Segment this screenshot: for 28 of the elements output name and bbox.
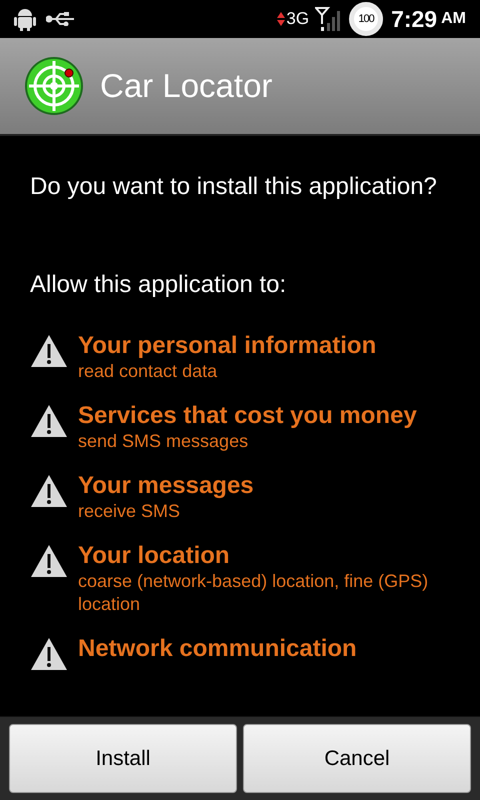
- permissions-heading: Allow this application to:: [30, 270, 288, 300]
- permission-title: Your personal information: [78, 332, 376, 360]
- permission-detail: receive SMS: [78, 500, 182, 523]
- network-type: 3G: [286, 8, 310, 30]
- dialog-button[interactable]: Install: [9, 724, 237, 793]
- install-question: Do you want to install this application?: [30, 172, 438, 202]
- permission-detail: coarse (network-based) location, fine (GPS) location: [78, 570, 430, 616]
- clock-meridiem: AM: [441, 9, 466, 29]
- permission-title: Network communication: [78, 635, 357, 663]
- usb-icon: [46, 12, 76, 26]
- permission-detail: read contact data: [78, 360, 218, 383]
- dialog-button[interactable]: Cancel: [243, 724, 471, 793]
- warning-icon: [30, 637, 68, 671]
- permission-title: Your messages: [78, 472, 254, 500]
- signal-icon: [315, 6, 342, 32]
- permission-title: Your location: [78, 542, 231, 570]
- warning-icon: [30, 334, 68, 368]
- battery-indicator: 100: [349, 2, 384, 36]
- warning-icon: [30, 474, 68, 508]
- warning-icon: [30, 404, 68, 438]
- data-arrows-icon: [277, 11, 286, 27]
- warning-icon: [30, 544, 68, 578]
- app-title: Car Locator: [100, 66, 272, 106]
- android-icon: [14, 7, 36, 31]
- target-icon: [24, 56, 84, 116]
- clock-time: 7:29: [391, 4, 438, 34]
- permission-title: Services that cost you money: [78, 402, 417, 430]
- permission-detail: send SMS messages: [78, 430, 250, 453]
